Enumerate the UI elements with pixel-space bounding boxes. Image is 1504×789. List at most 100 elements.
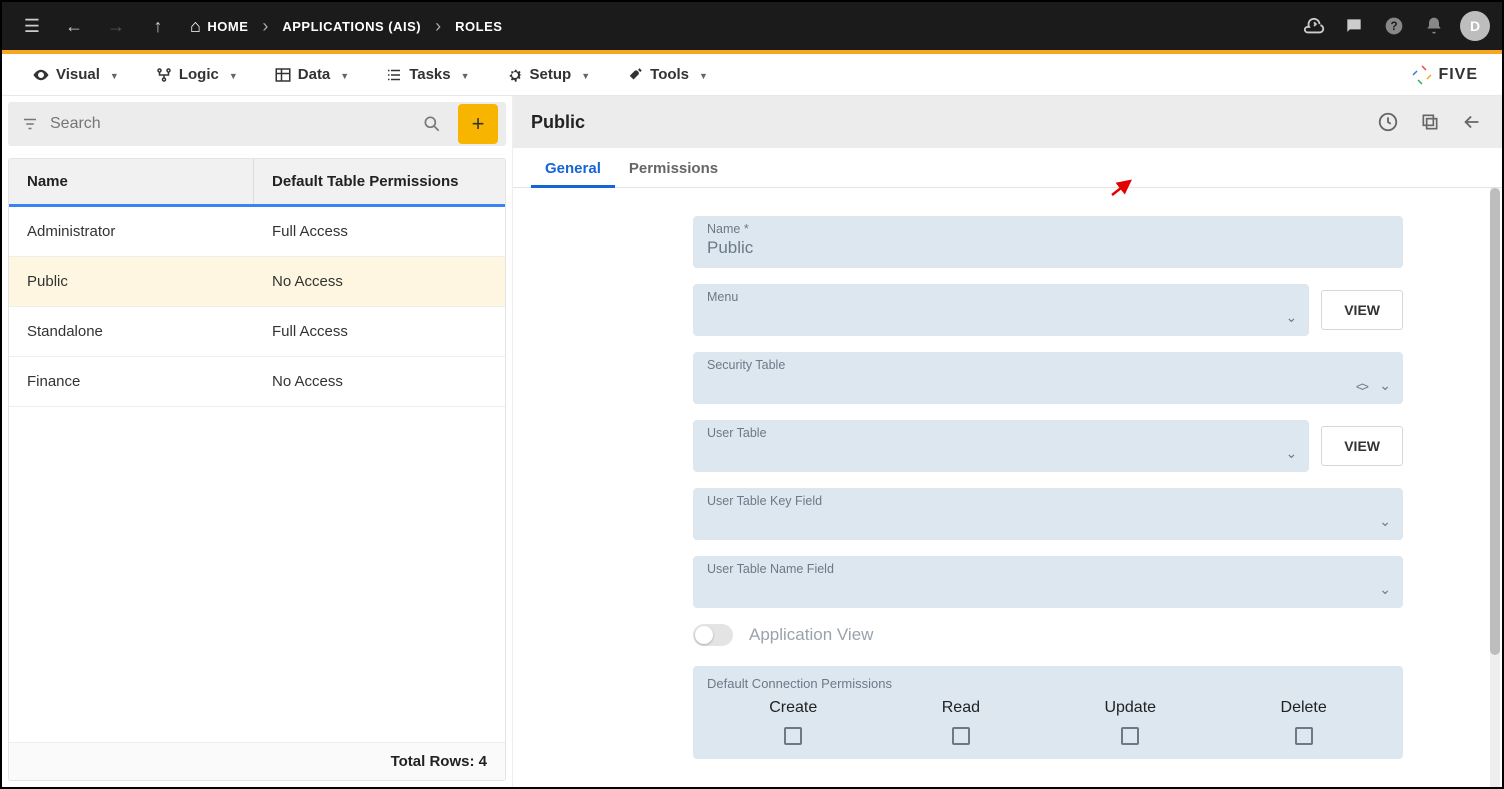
chevron-down-icon [106, 66, 119, 83]
brand-logo: FIVE [1410, 63, 1490, 87]
form-inner: Name * Public Menu ⌄ VIEW Security Table… [693, 216, 1403, 759]
chevron-down-icon: ⌄ [1379, 581, 1391, 598]
chevron-down-icon [225, 66, 238, 83]
field-label: User Table [707, 426, 1295, 440]
arrow-right-icon [107, 16, 125, 37]
detail-header-actions [1376, 110, 1484, 134]
logic-icon [155, 66, 173, 84]
cell-perm: No Access [254, 357, 505, 406]
menu-data[interactable]: Data [256, 54, 367, 95]
chat-icon[interactable] [1340, 12, 1368, 40]
nav-up-button[interactable] [140, 8, 176, 44]
roles-table: Name Default Table Permissions Administr… [8, 158, 506, 781]
search-input[interactable] [50, 115, 412, 133]
code-icon: <> [1356, 379, 1367, 394]
scrollbar-thumb[interactable] [1490, 188, 1500, 655]
perm-columns: Create Read Update Delete [707, 699, 1389, 745]
table-row[interactable]: Public No Access [9, 257, 505, 307]
menu-label: Visual [56, 66, 100, 83]
perm-create-col: Create [769, 699, 817, 745]
avatar-initial: D [1470, 18, 1480, 34]
filter-icon[interactable] [16, 115, 44, 133]
tasks-icon [385, 66, 403, 84]
chevron-down-icon [695, 66, 708, 83]
avatar[interactable]: D [1460, 11, 1490, 41]
menu-logic[interactable]: Logic [137, 54, 256, 95]
field-label: User Table Key Field [707, 494, 1389, 508]
cloud-sync-icon[interactable] [1300, 12, 1328, 40]
name-field[interactable]: Name * Public [693, 216, 1403, 268]
view-user-table-button[interactable]: VIEW [1321, 426, 1403, 466]
scrollbar-track[interactable] [1490, 188, 1500, 787]
home-icon [190, 16, 201, 37]
chevron-down-icon: ⌄ [1379, 377, 1391, 394]
menu-bar: Visual Logic Data Tasks Setup Tools FIVE [2, 54, 1502, 96]
menu-label: Setup [530, 66, 572, 83]
topbar-left: HOME APPLICATIONS (AIS) ROLES [14, 8, 510, 44]
detail-title: Public [531, 112, 585, 133]
menu-tools[interactable]: Tools [608, 54, 726, 95]
perm-read-checkbox[interactable] [952, 727, 970, 745]
perm-label: Delete [1281, 699, 1327, 717]
user-table-name-field[interactable]: User Table Name Field ⌄ [693, 556, 1403, 608]
table-row[interactable]: Standalone Full Access [9, 307, 505, 357]
cell-name: Administrator [9, 207, 254, 256]
cell-name: Finance [9, 357, 254, 406]
notifications-icon[interactable] [1420, 12, 1448, 40]
copy-button[interactable] [1418, 110, 1442, 134]
menu-tasks[interactable]: Tasks [367, 54, 487, 95]
nav-forward-button [98, 8, 134, 44]
back-button[interactable] [1460, 110, 1484, 134]
tab-label: General [545, 160, 601, 177]
history-button[interactable] [1376, 110, 1400, 134]
view-menu-button[interactable]: VIEW [1321, 290, 1403, 330]
breadcrumb-roles[interactable]: ROLES [447, 19, 510, 34]
top-bar: HOME APPLICATIONS (AIS) ROLES ? D [2, 2, 1502, 50]
menu-label: Logic [179, 66, 219, 83]
tab-general[interactable]: General [531, 148, 615, 187]
search-icon[interactable] [418, 114, 446, 134]
topbar-right: ? D [1300, 11, 1490, 41]
nav-back-button[interactable] [56, 8, 92, 44]
left-panel: + Name Default Table Permissions Adminis… [2, 96, 512, 787]
button-label: VIEW [1344, 302, 1380, 318]
eye-icon [32, 66, 50, 84]
application-view-toggle[interactable] [693, 624, 733, 646]
help-icon[interactable]: ? [1380, 12, 1408, 40]
hamburger-menu-button[interactable] [14, 8, 50, 44]
user-table-field[interactable]: User Table ⌄ [693, 420, 1309, 472]
perm-label: Create [769, 699, 817, 717]
detail-tabs: General Permissions [513, 148, 1502, 188]
field-value: Public [707, 238, 1389, 258]
menu-field[interactable]: Menu ⌄ [693, 284, 1309, 336]
search-bar: + [8, 102, 506, 146]
table-row[interactable]: Finance No Access [9, 357, 505, 407]
menu-label: Tools [650, 66, 689, 83]
perm-update-checkbox[interactable] [1121, 727, 1139, 745]
menu-visual[interactable]: Visual [14, 54, 137, 95]
tab-permissions[interactable]: Permissions [615, 148, 732, 187]
menu-setup[interactable]: Setup [488, 54, 609, 95]
user-table-key-field[interactable]: User Table Key Field ⌄ [693, 488, 1403, 540]
content-area: + Name Default Table Permissions Adminis… [2, 96, 1502, 787]
perm-label: Update [1104, 699, 1156, 717]
add-button[interactable]: + [458, 104, 498, 144]
column-perm-header[interactable]: Default Table Permissions [254, 159, 505, 204]
column-name-header[interactable]: Name [9, 159, 254, 204]
toggle-label: Application View [749, 625, 873, 645]
section-label: Default Connection Permissions [707, 676, 1389, 691]
breadcrumb-applications[interactable]: APPLICATIONS (AIS) [274, 19, 429, 34]
cell-name: Public [9, 257, 254, 306]
application-view-row: Application View [693, 624, 1403, 646]
menu-label: Data [298, 66, 331, 83]
chevron-down-icon [457, 66, 470, 83]
perm-delete-checkbox[interactable] [1295, 727, 1313, 745]
tabs-container: General Permissions [513, 148, 1502, 188]
breadcrumb-home[interactable]: HOME [182, 16, 256, 37]
cell-perm: No Access [254, 257, 505, 306]
plus-icon: + [472, 111, 485, 137]
table-row[interactable]: Administrator Full Access [9, 207, 505, 257]
perm-create-checkbox[interactable] [784, 727, 802, 745]
security-table-field[interactable]: Security Table <> ⌄ [693, 352, 1403, 404]
tab-label: Permissions [629, 160, 718, 177]
